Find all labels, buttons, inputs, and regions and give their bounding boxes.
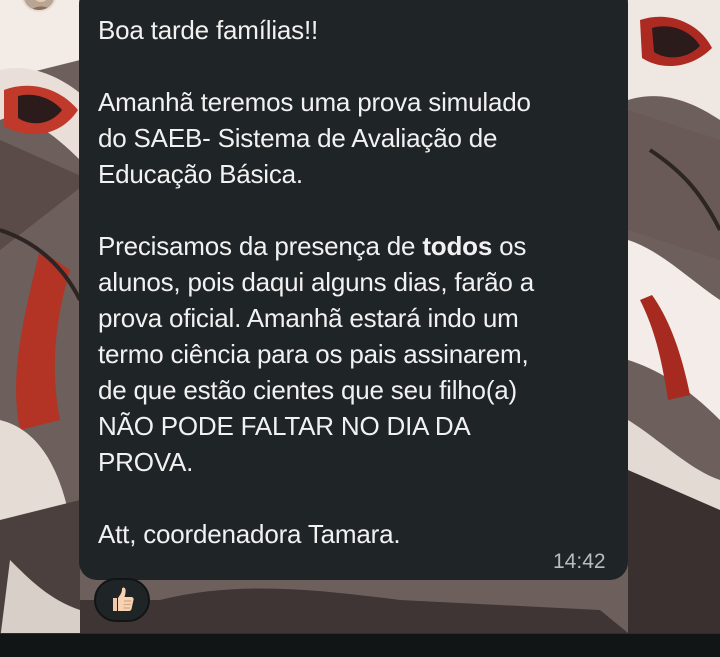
message-text: Boa tarde famílias!! Amanhã teremos uma … xyxy=(98,12,613,552)
message-timestamp: 14:42 xyxy=(553,550,606,573)
bottom-bar xyxy=(0,633,720,657)
message-line: PROVA. xyxy=(98,447,194,477)
message-line: NÃO PODE FALTAR NO DIA DA xyxy=(98,411,471,441)
message-line: de que estão cientes que seu filho(a) xyxy=(98,375,517,405)
reaction-badge[interactable] xyxy=(94,578,150,622)
message-line: do SAEB- Sistema de Avaliação de xyxy=(98,123,498,153)
message-line: Educação Básica. xyxy=(98,159,303,189)
thumbs-up-icon xyxy=(113,587,134,611)
message-line: alunos, pois daqui alguns dias, farão a xyxy=(98,267,534,297)
message-line: prova oficial. Amanhã estará indo um xyxy=(98,303,519,333)
message-line: Amanhã teremos uma prova simulado xyxy=(98,87,531,117)
message-line: termo ciência para os pais assinarem, xyxy=(98,339,529,369)
message-text-segment: os xyxy=(492,231,527,261)
message-bold-word: todos xyxy=(422,231,493,261)
message-line: Precisamos da presença de todos os xyxy=(98,228,613,264)
message-signature: Att, coordenadora Tamara. xyxy=(98,519,401,549)
message-greeting: Boa tarde famílias!! xyxy=(98,15,318,45)
message-text-segment: Precisamos da presença de xyxy=(98,231,423,261)
